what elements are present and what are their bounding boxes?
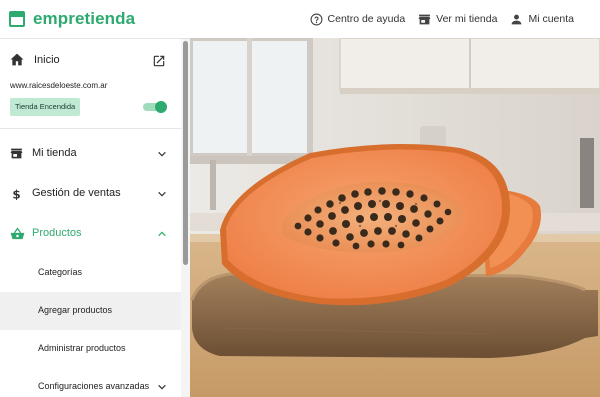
sidebar-item-productos[interactable]: Productos — [0, 214, 181, 254]
sidebar-subitem-label: Configuraciones avanzadas — [38, 381, 150, 391]
open-in-new-icon[interactable] — [152, 54, 166, 68]
sidebar-subitem-configuraciones-avanzadas[interactable]: Configuraciones avanzadas — [0, 368, 181, 397]
sidebar-item-gestion-de-ventas[interactable]: $ Gestión de ventas — [0, 174, 181, 214]
view-store-link[interactable]: Ver mi tienda — [418, 13, 497, 26]
scrollbar-thumb[interactable] — [183, 41, 188, 265]
top-bar: empretienda Centro de ayuda Ver mi tiend… — [0, 0, 600, 38]
brand-icon — [9, 11, 25, 27]
sidebar-item-mi-tienda[interactable]: Mi tienda — [0, 134, 181, 174]
help-center-link[interactable]: Centro de ayuda — [310, 13, 406, 26]
sidebar-scrollbar[interactable] — [181, 39, 190, 397]
basket-icon — [10, 227, 25, 240]
sidebar-subitem-label: Agregar productos — [38, 305, 113, 315]
sidebar: Inicio www.raicesdeloeste.com.ar Tienda … — [0, 38, 190, 397]
sidebar-item-home[interactable]: Inicio — [10, 53, 60, 66]
chevron-down-icon — [158, 384, 166, 390]
home-label: Inicio — [34, 53, 60, 66]
chevron-down-icon — [158, 151, 166, 157]
brand-name: empretienda — [33, 9, 136, 28]
chevron-down-icon — [158, 191, 166, 197]
store-icon — [418, 14, 431, 24]
top-actions: Centro de ayuda Ver mi tienda Mi cuenta — [310, 0, 574, 38]
hero-image-papaya — [190, 38, 600, 397]
sidebar-subitem-agregar-productos[interactable]: Agregar productos — [0, 292, 181, 330]
sidebar-subitem-label: Categorías — [38, 267, 83, 277]
svg-text:$: $ — [12, 187, 20, 201]
store-status-toggle[interactable] — [143, 101, 167, 113]
brand-logo[interactable]: empretienda — [9, 9, 135, 29]
help-center-label: Centro de ayuda — [327, 13, 406, 25]
store-icon — [10, 148, 23, 159]
sidebar-item-label: Mi tienda — [32, 147, 77, 159]
my-account-label: Mi cuenta — [528, 13, 574, 25]
sidebar-home-section: Inicio www.raicesdeloeste.com.ar Tienda … — [0, 39, 181, 129]
home-icon — [10, 53, 24, 66]
sidebar-item-label: Productos — [32, 227, 82, 239]
sidebar-item-label: Gestión de ventas — [32, 187, 121, 199]
sidebar-subitem-administrar-productos[interactable]: Administrar productos — [0, 330, 181, 368]
papaya-illustration — [190, 38, 600, 397]
sidebar-subitem-categorias[interactable]: Categorías — [0, 254, 181, 292]
chevron-up-icon — [158, 231, 166, 237]
dollar-icon: $ — [12, 187, 20, 201]
person-icon — [512, 14, 522, 24]
status-badge: Tienda Encendida — [10, 98, 81, 116]
sidebar-subitem-label: Administrar productos — [38, 343, 126, 353]
toggle-thumb — [155, 101, 167, 113]
store-url: www.raicesdeloeste.com.ar — [10, 81, 108, 90]
my-account-link[interactable]: Mi cuenta — [510, 13, 574, 26]
help-circle-icon — [310, 13, 322, 25]
view-store-label: Ver mi tienda — [436, 13, 498, 25]
